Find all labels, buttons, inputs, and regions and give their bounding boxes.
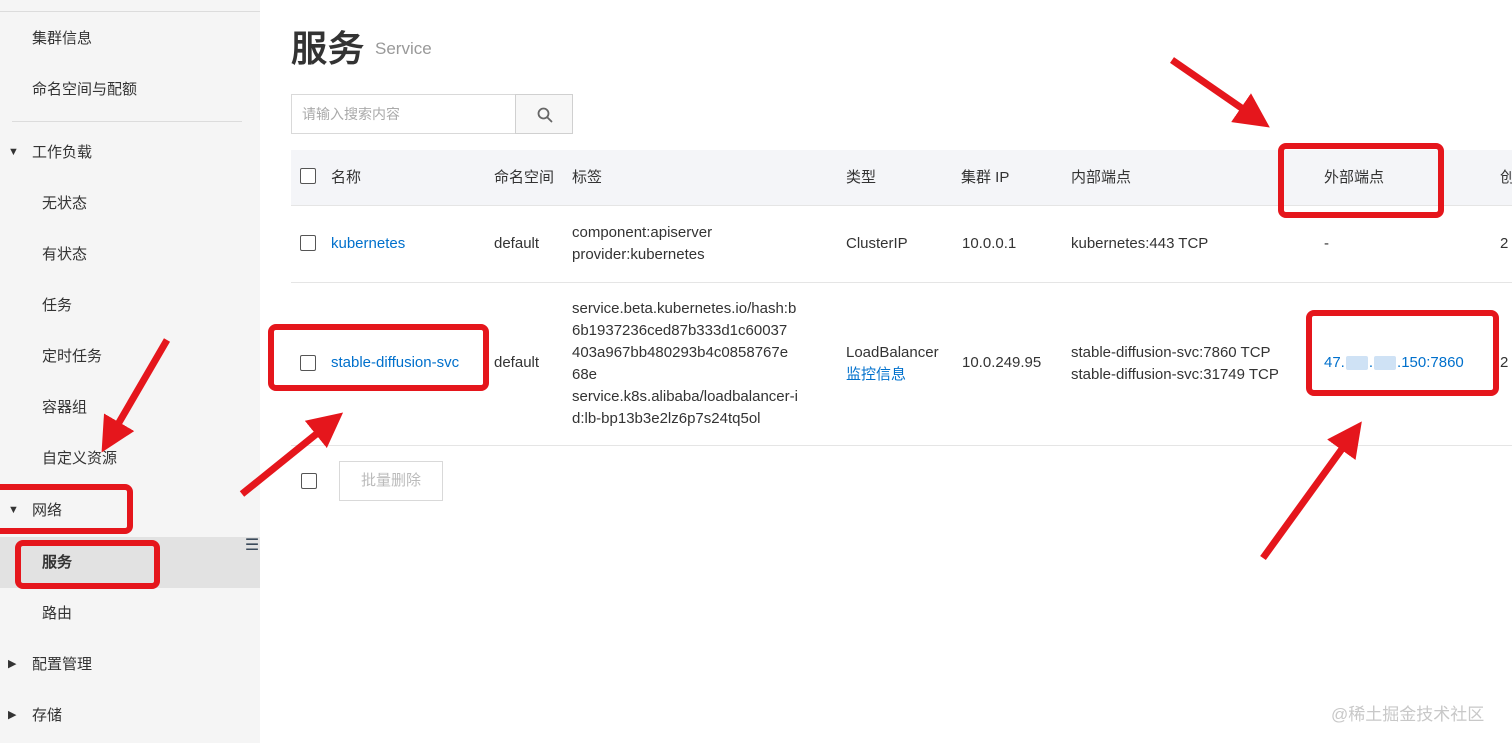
- watermark: @稀土掘金技术社区: [1331, 705, 1485, 724]
- arrow-to-external-endpoint: [1260, 421, 1362, 561]
- annotation-arrows: [101, 57, 1362, 561]
- arrow-to-service-name: [239, 412, 344, 497]
- arrow-to-external-header: [1170, 57, 1270, 128]
- arrow-to-network: [101, 338, 171, 453]
